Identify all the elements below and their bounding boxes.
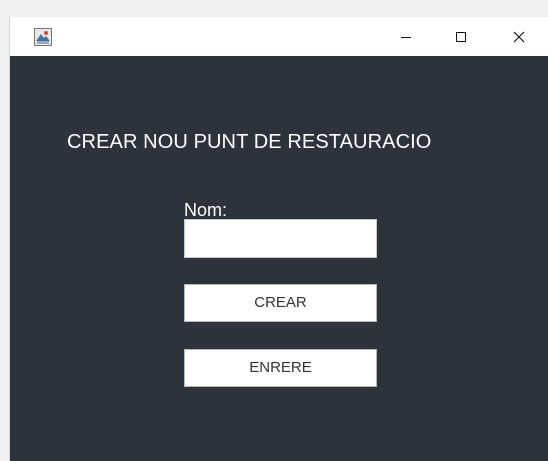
page-title: CREAR NOU PUNT DE RESTAURACIO (67, 131, 432, 153)
maximize-icon (455, 31, 467, 43)
name-input[interactable] (184, 219, 377, 258)
create-button[interactable]: CREAR (184, 284, 377, 322)
java-app-icon (34, 28, 52, 46)
minimize-icon (400, 31, 412, 43)
title-bar[interactable] (10, 17, 548, 56)
name-label: Nom: (184, 200, 228, 220)
maximize-button[interactable] (438, 17, 484, 56)
app-window: CREAR NOU PUNT DE RESTAURACIO Nom: CREAR… (9, 17, 548, 461)
close-button[interactable] (496, 17, 542, 56)
minimize-button[interactable] (383, 17, 429, 56)
main-panel: CREAR NOU PUNT DE RESTAURACIO Nom: CREAR… (10, 56, 548, 461)
close-icon (513, 31, 525, 43)
back-button[interactable]: ENRERE (184, 349, 377, 387)
